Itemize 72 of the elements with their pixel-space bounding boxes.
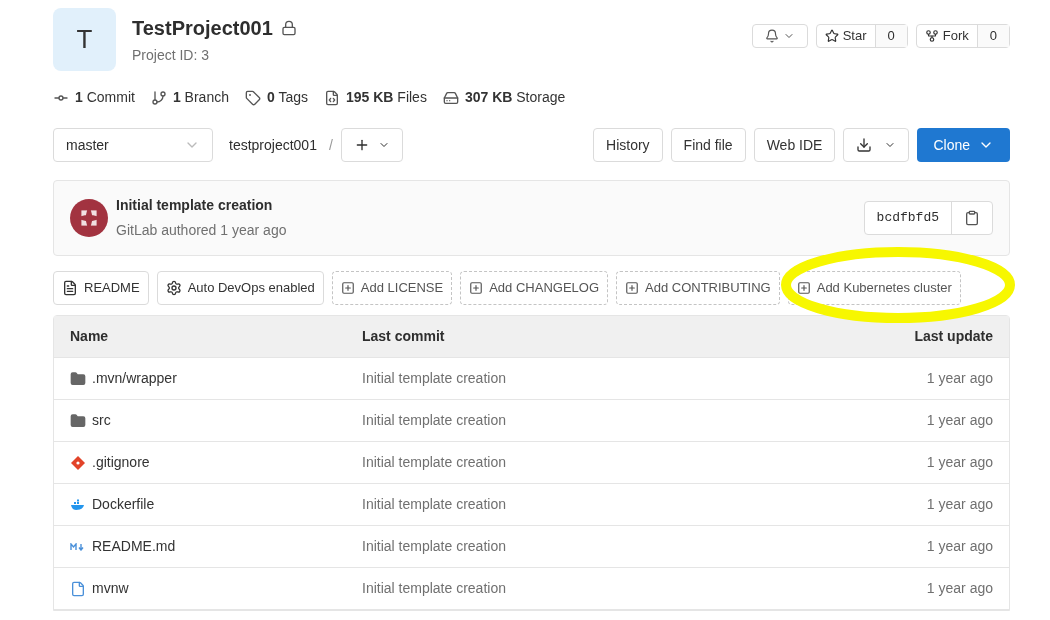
stat-link[interactable]: 1 Commit xyxy=(75,87,135,108)
stat-link[interactable]: 195 KB Files xyxy=(346,87,427,108)
quick-action-button[interactable]: Auto DevOps enabled xyxy=(156,271,324,305)
breadcrumb-link[interactable]: testproject001 xyxy=(229,134,317,156)
branch-icon xyxy=(150,89,167,106)
plus-square-icon xyxy=(796,281,811,295)
file-name-link[interactable]: README.md xyxy=(92,536,176,557)
update-time: 1 year ago xyxy=(926,495,993,514)
bell-icon xyxy=(764,29,779,43)
file-name-link[interactable]: src xyxy=(92,410,111,431)
download-dropdown[interactable] xyxy=(843,128,910,162)
file-name-link[interactable]: Dockerfile xyxy=(92,494,155,515)
project-avatar: T xyxy=(53,8,116,71)
branch-dropdown[interactable]: master xyxy=(53,128,213,162)
folder-icon xyxy=(70,370,86,387)
path-separator: / xyxy=(328,135,333,155)
column-header: Last commit xyxy=(362,327,446,346)
toolbar-button[interactable]: Web IDE xyxy=(753,128,836,162)
folder-icon xyxy=(70,412,86,429)
fork-count: 0 xyxy=(976,25,1009,47)
add-dropdown[interactable] xyxy=(340,128,403,162)
update-time: 1 year ago xyxy=(926,453,993,472)
commit-title[interactable]: Initial template creation xyxy=(116,195,287,216)
download-icon xyxy=(856,137,873,153)
fork-icon xyxy=(924,29,939,43)
fork-button[interactable]: Fork xyxy=(916,25,977,47)
project-id: Project ID: 3 xyxy=(132,46,211,65)
whale-icon xyxy=(70,498,86,511)
column-header: Last update xyxy=(914,327,993,346)
commit-message-link[interactable]: Initial template creation xyxy=(362,494,927,515)
plus-square-icon xyxy=(469,281,484,295)
star-button[interactable]: Star xyxy=(816,25,875,47)
plus-square-icon xyxy=(625,281,640,295)
stat-link[interactable]: 0 Tags xyxy=(266,87,308,108)
file-name-link[interactable]: .mvn/wrapper xyxy=(92,368,177,389)
file-icon xyxy=(62,280,78,296)
stat-link[interactable]: 1 Branch xyxy=(172,87,229,108)
file-icon xyxy=(70,580,86,597)
notification-dropdown[interactable] xyxy=(751,24,808,48)
file-icon xyxy=(324,89,340,106)
commit-message-link[interactable]: Initial template creation xyxy=(362,578,927,599)
markdown-icon xyxy=(70,542,86,551)
project-title: TestProject001 xyxy=(132,16,273,41)
clone-button[interactable]: Clone xyxy=(917,128,1010,162)
quick-action-button[interactable]: Add CHANGELOG xyxy=(460,271,609,305)
commit-meta: GitLab authored 1 year ago xyxy=(116,221,287,240)
star-count: 0 xyxy=(874,25,907,47)
quick-action-button[interactable]: Add CONTRIBUTING xyxy=(616,271,780,305)
clipboard-icon xyxy=(964,210,980,226)
update-time: 1 year ago xyxy=(926,411,993,430)
commit-message-link[interactable]: Initial template creation xyxy=(362,536,927,557)
storage-icon xyxy=(442,89,459,106)
update-time: 1 year ago xyxy=(926,579,993,598)
toolbar-button[interactable]: Find file xyxy=(670,128,746,162)
commit-message-link[interactable]: Initial template creation xyxy=(362,368,927,389)
commit-message-link[interactable]: Initial template creation xyxy=(362,452,927,473)
author-avatar xyxy=(70,199,108,237)
file-name-link[interactable]: .gitignore xyxy=(92,452,150,473)
toolbar-button[interactable]: History xyxy=(593,128,663,162)
update-time: 1 year ago xyxy=(926,537,993,556)
quick-action-button[interactable]: Add LICENSE xyxy=(331,271,453,305)
plus-square-icon xyxy=(340,281,355,295)
git-icon xyxy=(70,454,86,471)
quick-action-button[interactable]: README xyxy=(53,271,149,305)
commit-message-link[interactable]: Initial template creation xyxy=(362,410,927,431)
update-time: 1 year ago xyxy=(926,369,993,388)
stat-link[interactable]: 307 KB Storage xyxy=(464,87,566,108)
column-header: Name xyxy=(70,327,110,346)
tag-icon xyxy=(244,89,261,106)
star-icon xyxy=(824,29,839,43)
gear-icon xyxy=(165,280,182,296)
file-name-link[interactable]: mvnw xyxy=(92,578,129,599)
